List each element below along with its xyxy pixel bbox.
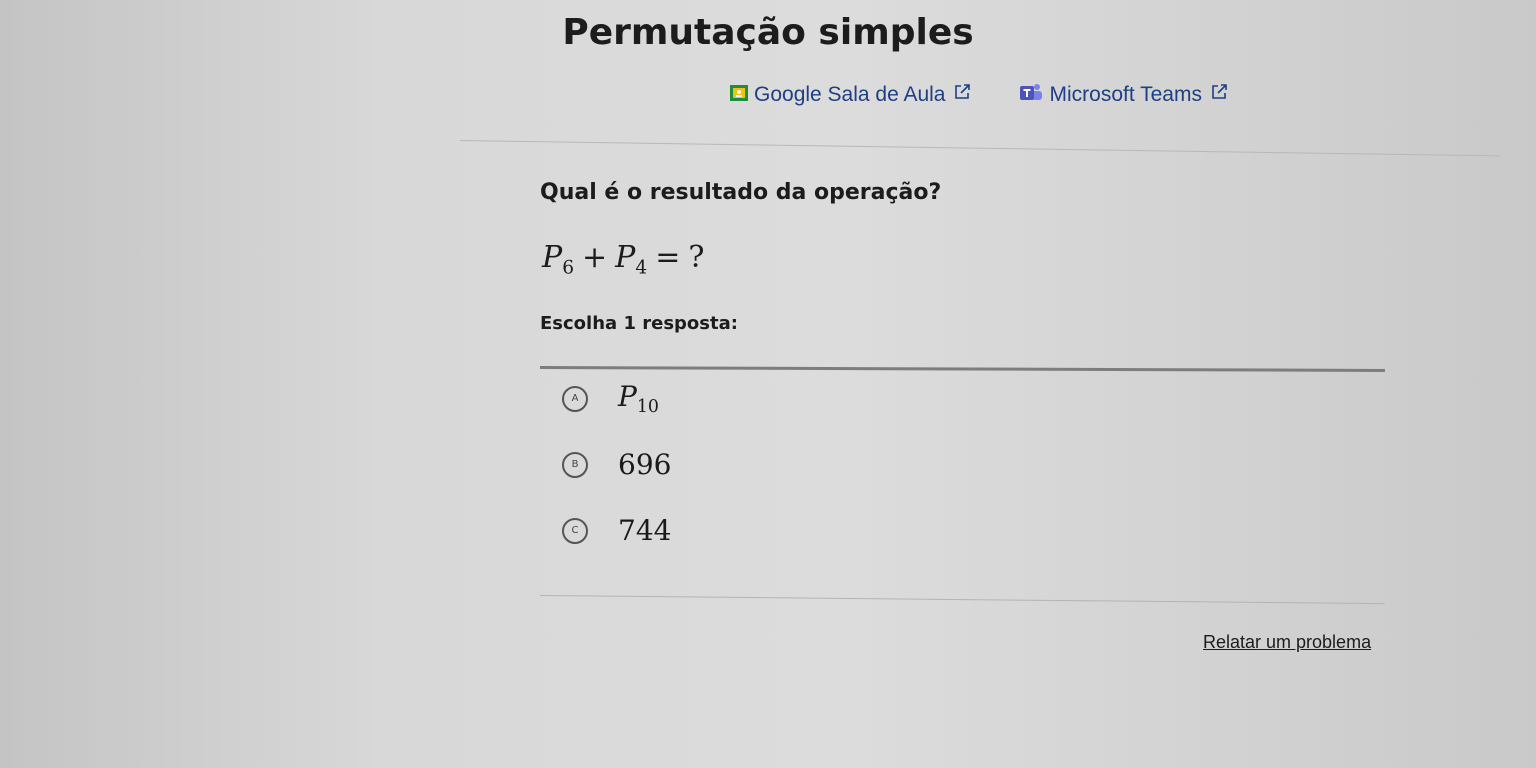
choice-b-radio[interactable]: B: [562, 451, 588, 478]
choice-a-radio[interactable]: A: [562, 385, 588, 412]
share-row: Google Sala de Aula Microsoft Teams: [730, 80, 1228, 110]
choices-divider: [539, 366, 1386, 372]
google-classroom-label: Google Sala de Aula: [754, 83, 946, 106]
choice-a-value: P10: [618, 380, 659, 418]
question-equation: P6 + P4 =?: [542, 240, 704, 279]
choice-b[interactable]: B 696: [562, 448, 671, 481]
external-link-icon: [1210, 83, 1228, 107]
google-classroom-link[interactable]: Google Sala de Aula: [730, 83, 971, 107]
microsoft-teams-icon: [1019, 83, 1043, 107]
choice-a[interactable]: A P10: [562, 380, 659, 417]
google-classroom-icon: [730, 83, 748, 107]
equation-term-1: P6: [542, 240, 575, 279]
equation-unknown: ?: [688, 240, 705, 275]
header-divider: [459, 140, 1500, 157]
microsoft-teams-label: Microsoft Teams: [1049, 83, 1202, 106]
equation-term-2: P4: [615, 240, 648, 279]
microsoft-teams-link[interactable]: Microsoft Teams: [1019, 83, 1228, 107]
choice-b-value: 696: [618, 448, 672, 481]
equation-equals: =: [655, 240, 681, 275]
choice-c-value: 744: [618, 514, 672, 547]
page-title: Permutação simples: [0, 12, 1536, 53]
question-prompt: Qual é o resultado da operação?: [540, 180, 942, 205]
choice-c[interactable]: C 744: [562, 514, 671, 547]
page-title-text: Permutação simples: [562, 12, 974, 53]
report-problem-link[interactable]: Relatar um problema: [1203, 632, 1371, 653]
equation-plus: +: [582, 240, 608, 275]
footer-divider: [539, 595, 1385, 605]
external-link-icon: [953, 83, 971, 107]
choice-c-radio[interactable]: C: [562, 517, 588, 544]
choice-instruction: Escolha 1 resposta:: [540, 313, 738, 334]
